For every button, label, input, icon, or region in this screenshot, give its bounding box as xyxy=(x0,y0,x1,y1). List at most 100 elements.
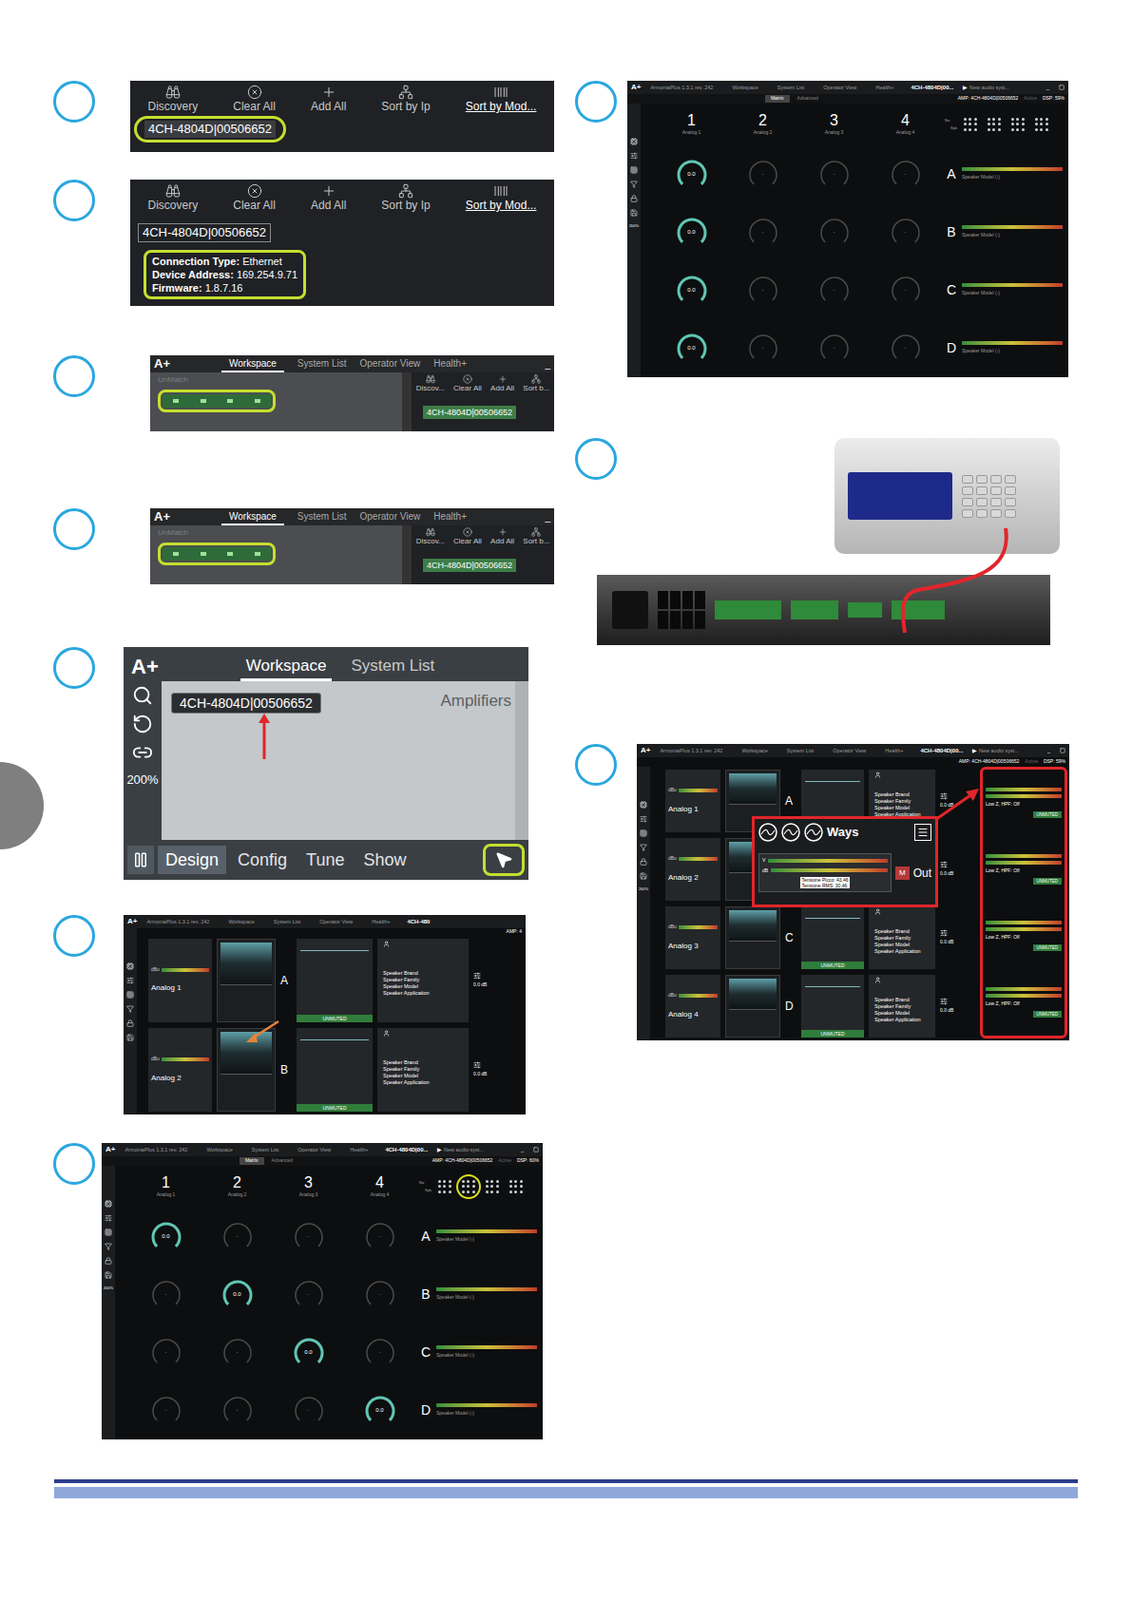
zoom-icon[interactable] xyxy=(132,685,154,707)
tab[interactable]: Workspace xyxy=(221,356,285,373)
tab[interactable]: Health+ xyxy=(371,918,390,926)
gain-knob[interactable]: 0.0 xyxy=(150,1221,183,1254)
output-status[interactable]: UNMUTED xyxy=(296,1028,373,1113)
response-graph[interactable] xyxy=(725,975,781,1038)
routing-icon[interactable] xyxy=(126,977,135,985)
device-item[interactable]: 4CH-4804D|00506652 xyxy=(144,120,276,138)
speaker-info[interactable]: Speaker BrandSpeaker FamilySpeaker Model… xyxy=(868,975,936,1038)
matrix-icon[interactable] xyxy=(126,991,135,999)
gain-knob[interactable]: 0.0 xyxy=(364,1395,397,1428)
gain-knob[interactable]: - xyxy=(364,1279,397,1312)
save-icon[interactable] xyxy=(126,1034,135,1042)
gain-knob[interactable]: 0.0 xyxy=(675,158,709,192)
toolbar-button[interactable]: Sort b... xyxy=(522,374,550,394)
tab[interactable]: Workspace xyxy=(240,653,333,682)
output-status[interactable]: UNMUTED xyxy=(296,939,373,1023)
filter-curve-icon[interactable] xyxy=(758,823,778,843)
device-item[interactable]: 4CH-4804D|00506652 xyxy=(422,405,517,420)
tab[interactable]: Operator View xyxy=(832,747,866,755)
gain-knob[interactable]: - xyxy=(292,1279,326,1312)
gain-knob[interactable]: 0.0 xyxy=(221,1279,254,1312)
device-icon[interactable] xyxy=(630,137,638,146)
amplifier-node[interactable]: 4CH-4804D|00506652 xyxy=(171,692,322,714)
toolbar-button[interactable]: Add All xyxy=(310,183,346,213)
gain-knob[interactable]: - xyxy=(292,1221,326,1254)
lock-icon[interactable] xyxy=(630,194,638,203)
tab[interactable]: Operator View xyxy=(297,1146,331,1154)
gain-knob[interactable]: 0.0 xyxy=(675,274,709,307)
toolbar-button[interactable]: Sort b... xyxy=(522,527,550,547)
toolbar-button[interactable]: Sort by Ip xyxy=(381,183,430,213)
tab[interactable]: Workspace xyxy=(221,509,285,526)
routing-icon[interactable] xyxy=(639,815,648,824)
subtab[interactable]: Advanced xyxy=(791,95,825,103)
window-icon[interactable] xyxy=(533,1147,539,1153)
gain-knob[interactable]: - xyxy=(747,332,780,365)
gain-knob[interactable]: - xyxy=(889,216,922,250)
gain-knob[interactable]: 0.0 xyxy=(675,332,709,365)
toolbar-button[interactable]: Sort by Mod... xyxy=(465,84,538,115)
gain-knob[interactable]: - xyxy=(818,274,851,307)
toolbar-button[interactable]: Sort by Mod... xyxy=(465,183,538,213)
scrollbar[interactable] xyxy=(515,681,529,841)
gain-knob[interactable]: - xyxy=(818,216,851,250)
mute-button[interactable]: M xyxy=(895,866,910,881)
output-status[interactable]: UNMUTED xyxy=(801,906,864,970)
speaker-info[interactable]: Speaker BrandSpeaker FamilySpeaker Model… xyxy=(377,939,469,1023)
matrix-icon[interactable] xyxy=(104,1228,113,1237)
tab[interactable]: Health+ xyxy=(349,1146,368,1154)
tab[interactable]: Health+ xyxy=(433,356,467,373)
tab[interactable]: Operator View xyxy=(319,918,353,926)
gain-knob[interactable]: - xyxy=(889,274,922,307)
gain-knob[interactable]: - xyxy=(150,1279,183,1312)
tab[interactable]: Workspace xyxy=(731,83,758,92)
gain-icon[interactable] xyxy=(940,861,948,869)
toolbar-button[interactable]: Sort by Ip xyxy=(381,84,430,115)
toolbar-button[interactable]: Discovery xyxy=(148,84,199,115)
pointer-button[interactable] xyxy=(482,844,525,877)
routing-icon[interactable] xyxy=(630,152,638,160)
gain-knob[interactable]: - xyxy=(747,158,780,192)
matrix-icon[interactable] xyxy=(639,829,648,838)
tab[interactable]: Health+ xyxy=(875,83,894,92)
preset-option[interactable] xyxy=(458,1176,480,1198)
toolbar-button[interactable]: Add All xyxy=(310,84,346,115)
gain-knob[interactable]: - xyxy=(221,1395,254,1428)
response-graph[interactable] xyxy=(216,939,276,1023)
filter-curve-icon[interactable] xyxy=(804,823,824,843)
tab[interactable]: Operator View xyxy=(823,83,857,92)
toolbar-button[interactable]: Clear All xyxy=(232,84,276,115)
lock-icon[interactable] xyxy=(104,1257,113,1266)
input-block[interactable]: dBuAnalog 1 xyxy=(148,939,212,1023)
preset-option[interactable] xyxy=(959,114,981,135)
device-item[interactable]: 4CH-4804D|00506652 xyxy=(137,223,271,243)
gain-knob[interactable]: - xyxy=(221,1221,254,1254)
amplifier-node[interactable] xyxy=(162,547,271,561)
input-block[interactable]: dBuAnalog 3 xyxy=(665,906,721,970)
tab[interactable]: Workspace xyxy=(228,918,254,926)
matrix-icon[interactable] xyxy=(630,166,638,174)
tab[interactable]: System List xyxy=(777,83,805,92)
toolbar-button[interactable]: Clear All xyxy=(453,374,482,394)
gain-knob[interactable]: - xyxy=(150,1337,183,1370)
window-icon[interactable] xyxy=(1059,748,1066,754)
preset-option[interactable] xyxy=(1031,114,1053,135)
gain-knob[interactable]: - xyxy=(364,1221,397,1254)
tab[interactable]: Health+ xyxy=(433,509,467,526)
lock-icon[interactable] xyxy=(639,858,648,866)
toolbar-button[interactable]: Discovery xyxy=(148,183,199,213)
filter-icon[interactable] xyxy=(126,1005,135,1014)
toolbar-button[interactable]: Add All xyxy=(490,527,515,547)
gain-icon[interactable] xyxy=(940,792,948,801)
gain-knob[interactable]: 0.0 xyxy=(292,1337,326,1370)
gain-knob[interactable]: - xyxy=(889,332,922,365)
gain-knob[interactable]: 0.0 xyxy=(675,216,709,250)
subtab[interactable]: Matrix xyxy=(765,95,790,103)
mode-tab[interactable]: Show xyxy=(355,845,414,875)
gain-knob[interactable]: - xyxy=(818,332,851,365)
gain-knob[interactable]: - xyxy=(150,1395,183,1428)
filter-icon[interactable] xyxy=(104,1243,113,1251)
gain-knob[interactable]: - xyxy=(818,158,851,192)
canvas[interactable]: 4CH-4804D|00506652Amplifiers xyxy=(161,681,529,841)
preset-option[interactable] xyxy=(505,1176,527,1198)
